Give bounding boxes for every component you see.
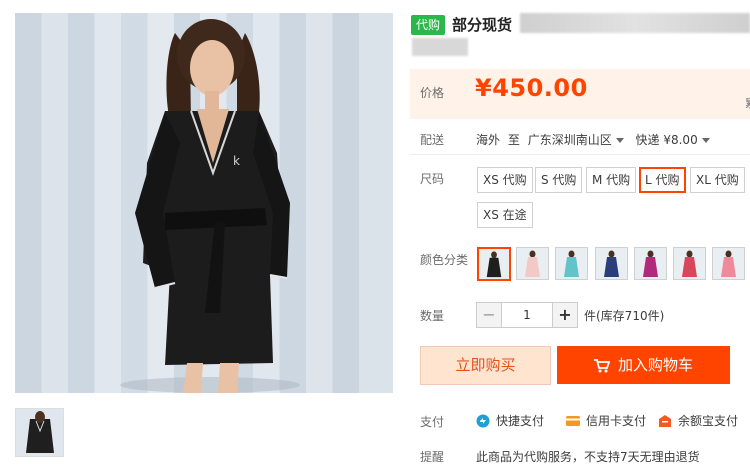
- color-label: 颜色分类: [420, 253, 469, 267]
- color-swatch-7[interactable]: [712, 247, 745, 280]
- payment-method-label: 余额宝支付: [678, 414, 739, 428]
- shipping-destination: 广东深圳南山区: [527, 133, 612, 147]
- size-option-l[interactable]: L 代购: [639, 167, 686, 193]
- size-option-xs-transit[interactable]: XS 在途: [477, 202, 533, 228]
- price-value: ¥450.00: [475, 74, 588, 102]
- buy-now-button[interactable]: 立即购买: [420, 346, 551, 385]
- color-swatch-4[interactable]: [595, 247, 628, 280]
- price-edge-text: 累: [745, 95, 750, 111]
- swatch-thumbnail: [517, 248, 548, 279]
- thumbnail-1[interactable]: [15, 408, 64, 457]
- quantity-label: 数量: [420, 309, 445, 323]
- payment-method-credit-card[interactable]: 信用卡支付: [566, 412, 646, 429]
- size-option-s[interactable]: S 代购: [535, 167, 583, 193]
- price-label: 价格: [420, 86, 445, 100]
- credit-card-icon: [566, 415, 580, 426]
- daigou-badge: 代购: [411, 15, 446, 35]
- swatch-thumbnail: [635, 248, 666, 279]
- swatch-thumbnail: [674, 248, 705, 279]
- size-label: 尺码: [420, 172, 445, 186]
- color-swatch-3[interactable]: [555, 247, 588, 280]
- quantity-decrease-button[interactable]: −: [477, 303, 502, 327]
- model-figure: k: [120, 19, 300, 393]
- color-swatch-2[interactable]: [516, 247, 549, 280]
- swatch-thumbnail: [713, 248, 744, 279]
- swatch-thumbnail: [556, 248, 587, 279]
- yuebao-icon: [659, 414, 671, 427]
- shipping-to-word: 至: [507, 133, 520, 147]
- subtitle-redacted-area: [412, 38, 468, 56]
- stock-text: 件(库存710件): [584, 309, 665, 323]
- shipping-destination-select[interactable]: 广东深圳南山区: [528, 133, 628, 147]
- color-swatch-6[interactable]: [673, 247, 706, 280]
- swatch-thumbnail: [596, 248, 627, 279]
- swatch-thumbnail: [479, 249, 509, 279]
- size-option-xs[interactable]: XS 代购: [477, 167, 533, 193]
- main-product-image[interactable]: k: [15, 13, 393, 393]
- notice-label: 提醒: [420, 450, 445, 464]
- add-to-cart-button[interactable]: 加入购物车: [557, 346, 730, 384]
- payment-method-yuebao[interactable]: 余额宝支付: [658, 412, 738, 429]
- shipping-from: 海外: [476, 133, 501, 147]
- shipping-info: 海外 至 广东深圳南山区 快递 ¥8.00: [476, 131, 710, 148]
- shipping-method: 快递 ¥8.00: [635, 133, 698, 147]
- payment-method-quickpay[interactable]: 快捷支付: [476, 412, 544, 429]
- chevron-down-icon: [701, 138, 710, 143]
- title-redacted-area: [520, 13, 750, 33]
- payment-method-label: 快捷支付: [496, 414, 545, 428]
- divider: [410, 154, 750, 155]
- chevron-down-icon: [615, 138, 624, 143]
- thumbnail-image: [16, 409, 63, 456]
- quickpay-icon: [476, 414, 490, 427]
- notice-text: 此商品为代购服务，不支持7天无理由退货: [476, 450, 700, 464]
- shipping-method-select[interactable]: 快递 ¥8.00: [636, 133, 710, 147]
- size-option-xl[interactable]: XL 代购: [690, 167, 745, 193]
- cart-icon: [593, 358, 610, 372]
- shipping-label: 配送: [420, 133, 445, 147]
- add-to-cart-label: 加入购物车: [617, 356, 693, 374]
- payment-label: 支付: [420, 415, 445, 429]
- quantity-increase-button[interactable]: +: [552, 303, 577, 327]
- color-swatch-5[interactable]: [634, 247, 667, 280]
- product-title: 部分现货: [452, 16, 513, 34]
- color-swatch-1[interactable]: [477, 247, 511, 281]
- quantity-stepper: − 1 +: [476, 302, 578, 328]
- quantity-input[interactable]: 1: [502, 303, 552, 327]
- svg-text:k: k: [233, 154, 240, 168]
- size-option-m[interactable]: M 代购: [586, 167, 637, 193]
- payment-method-label: 信用卡支付: [586, 414, 647, 428]
